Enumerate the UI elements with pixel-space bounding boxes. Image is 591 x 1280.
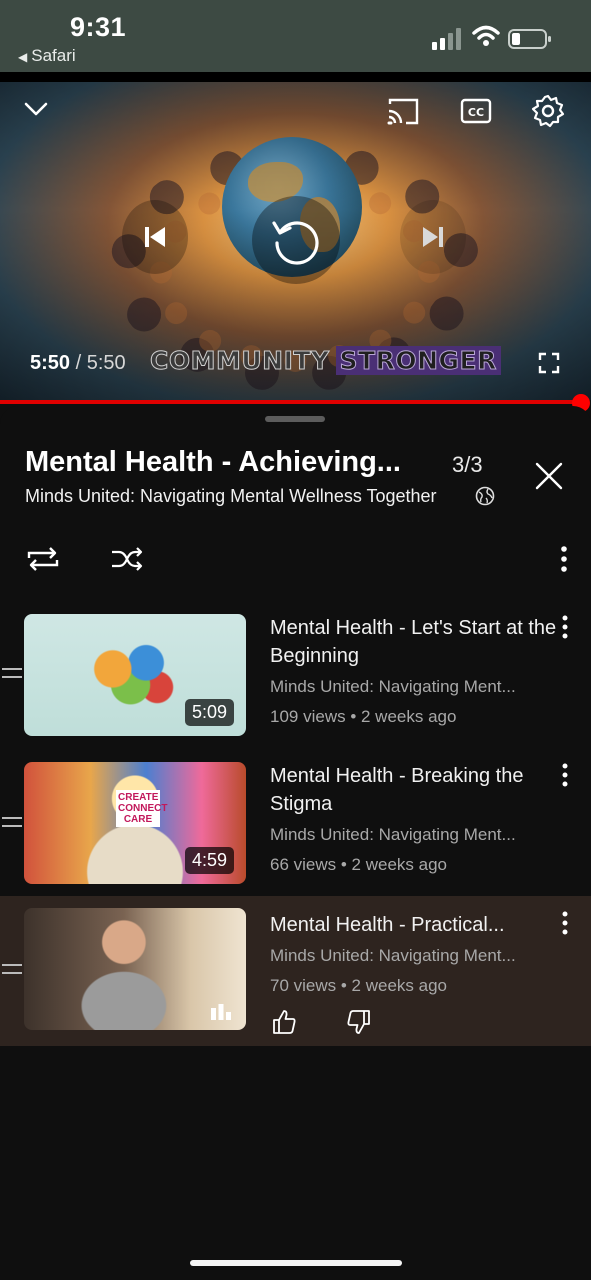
thumbs-down-icon	[347, 1010, 370, 1034]
overlay-text-community: COMMUNITY	[150, 346, 330, 376]
next-button[interactable]	[400, 200, 466, 274]
now-playing-bars-icon	[211, 1004, 231, 1020]
battery-icon	[508, 29, 551, 49]
video-title[interactable]: Mental Health - Practical...	[270, 911, 560, 939]
captions-button[interactable]: CC	[458, 96, 494, 126]
overlay-text-stronger: STRONGER	[335, 346, 501, 376]
globe-icon	[475, 486, 495, 506]
replay-icon	[272, 221, 319, 265]
shuffle-icon	[112, 547, 143, 571]
closed-captions-icon: CC	[460, 98, 492, 124]
playlist-item[interactable]: 5:09 Mental Health - Let's Start at the …	[0, 604, 591, 752]
playlist-channel[interactable]: Minds United: Navigating Mental Wellness…	[25, 486, 437, 507]
video-channel: Minds United: Navigating Ment...	[270, 825, 516, 844]
close-icon	[535, 462, 563, 490]
playlist-position: 3/3	[452, 452, 483, 477]
player-top-bar	[0, 72, 591, 82]
wifi-icon	[472, 25, 500, 46]
video-meta: 70 views • 2 weeks ago	[270, 976, 447, 995]
dislike-button[interactable]	[345, 1008, 373, 1036]
status-time: 9:31	[70, 12, 127, 42]
back-app-label: Safari	[31, 46, 76, 65]
cast-icon	[387, 98, 419, 125]
duration-badge: 4:59	[184, 847, 234, 874]
progress-bar[interactable]	[0, 400, 583, 404]
time-separator: /	[70, 352, 87, 374]
drag-handle-icon[interactable]	[2, 817, 22, 827]
panel-drag-handle[interactable]	[265, 416, 325, 422]
playlist-title: Mental Health - Achieving...	[25, 446, 401, 478]
fullscreen-button[interactable]	[534, 348, 564, 378]
previous-icon	[145, 227, 165, 247]
video-channel: Minds United: Navigating Ment...	[270, 677, 516, 696]
back-triangle-icon: ◀	[18, 50, 28, 64]
loop-icon	[27, 547, 59, 571]
video-thumbnail[interactable]: CREATE CONNECT CARE 4:59	[24, 762, 246, 884]
drag-handle-icon[interactable]	[2, 668, 22, 678]
previous-button[interactable]	[122, 200, 188, 274]
video-overlay-text: COMMUNITY STRONGER	[150, 346, 501, 376]
shuffle-button[interactable]	[108, 540, 146, 578]
video-meta: 66 views • 2 weeks ago	[270, 855, 447, 874]
drag-handle-icon[interactable]	[2, 964, 22, 974]
settings-button[interactable]	[530, 93, 566, 129]
video-title[interactable]: Mental Health - Let's Start at the Begin…	[270, 614, 560, 670]
more-vertical-icon[interactable]	[556, 762, 574, 788]
close-playlist-button[interactable]	[530, 457, 568, 495]
next-icon	[423, 227, 443, 247]
video-channel: Minds United: Navigating Ment...	[270, 946, 516, 965]
more-vertical-icon[interactable]	[556, 910, 574, 936]
chevron-down-icon	[24, 102, 48, 116]
playback-time: 5:50 / 5:50	[30, 352, 126, 375]
video-thumbnail[interactable]	[24, 908, 246, 1030]
like-button[interactable]	[270, 1008, 298, 1036]
playlist-item[interactable]: CREATE CONNECT CARE 4:59 Mental Health -…	[0, 752, 591, 900]
cast-button[interactable]	[385, 95, 421, 127]
current-time: 5:50	[30, 352, 71, 374]
video-meta: 109 views • 2 weeks ago	[270, 707, 457, 726]
total-duration: 5:50	[86, 352, 126, 374]
back-to-safari[interactable]: ◀ Safari	[18, 46, 76, 66]
video-thumbnail[interactable]: 5:09	[24, 614, 246, 736]
more-vertical-icon	[561, 546, 567, 572]
svg-text:CC: CC	[468, 106, 484, 119]
home-indicator[interactable]	[190, 1260, 402, 1266]
video-title[interactable]: Mental Health - Breaking the Stigma	[270, 762, 560, 818]
minimize-button[interactable]	[18, 94, 54, 124]
thumbs-up-icon	[273, 1010, 296, 1034]
replay-button[interactable]	[252, 196, 340, 284]
more-vertical-icon[interactable]	[556, 614, 574, 640]
thumbnail-text: CREATE CONNECT CARE	[116, 790, 168, 827]
signal-icon	[432, 28, 461, 50]
loop-button[interactable]	[24, 540, 62, 578]
settings-gear-icon	[531, 94, 565, 128]
duration-badge: 5:09	[184, 699, 234, 726]
fullscreen-icon	[538, 352, 560, 374]
playlist-more-button[interactable]	[552, 542, 576, 576]
status-bar: 9:31 ◀ Safari	[0, 0, 591, 72]
